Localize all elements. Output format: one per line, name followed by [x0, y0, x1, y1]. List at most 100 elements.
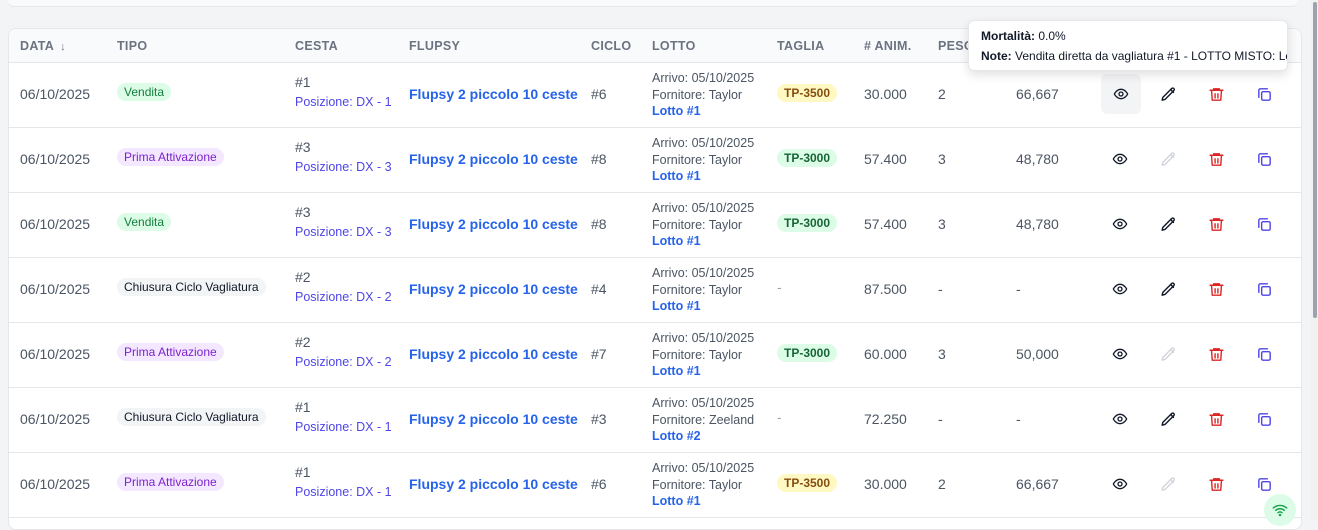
view-button[interactable] — [1108, 212, 1132, 236]
edit-button[interactable] — [1156, 407, 1180, 431]
weight: - — [938, 411, 943, 427]
lot-arrival: Arrivo: 05/10/2025 — [652, 461, 755, 475]
lot-link[interactable]: Lotto #1 — [652, 298, 754, 315]
column-header-taglia[interactable]: TAGLIA — [777, 39, 824, 53]
lot-arrival: Arrivo: 05/10/2025 — [652, 136, 755, 150]
scrollbar-thumb[interactable] — [1313, 2, 1317, 318]
column-header-animali[interactable]: # ANIM. — [864, 39, 911, 53]
animal-count: 30.000 — [864, 476, 907, 492]
size-cell: TP-3000 — [777, 214, 838, 232]
lot-cell: Arrivo: 05/10/2025 Fornitore: Taylor Lotto… — [652, 200, 754, 250]
lot-cell: Arrivo: 05/10/2025 Fornitore: Taylor Lotto… — [652, 70, 754, 120]
lot-supplier: Fornitore: Taylor — [652, 87, 743, 102]
lot-link[interactable]: Lotto #1 — [652, 233, 754, 250]
table-row[interactable]: 06/10/2025 Chiusura Ciclo Vagliatura #1 Pos… — [9, 387, 1301, 453]
cycle-number: #8 — [591, 216, 607, 232]
delete-button[interactable] — [1204, 407, 1228, 431]
edit-button — [1156, 147, 1180, 171]
lot-link[interactable]: Lotto #1 — [652, 103, 754, 120]
lot-link[interactable]: Lotto #1 — [652, 493, 754, 510]
lot-cell: Arrivo: 05/10/2025 Fornitore: Taylor Lotto… — [652, 460, 754, 510]
column-header-lotto[interactable]: LOTTO — [652, 39, 696, 53]
size-badge: TP-3000 — [777, 214, 838, 232]
edit-button[interactable] — [1156, 212, 1180, 236]
flupsy-link[interactable]: Flupsy 2 piccolo 10 ceste — [409, 411, 578, 427]
duplicate-button[interactable] — [1252, 407, 1276, 431]
flupsy-link[interactable]: Flupsy 2 piccolo 10 ceste — [409, 86, 578, 102]
delete-button[interactable] — [1204, 342, 1228, 366]
basket-cell: #1 Posizione: DX - 1 — [295, 464, 392, 499]
animals-per-kg: 66,667 — [1016, 86, 1059, 102]
lot-arrival: Arrivo: 05/10/2025 — [652, 266, 755, 280]
operation-type: Prima Attivazione — [117, 148, 224, 166]
column-header-cesta[interactable]: CESTA — [295, 39, 338, 53]
view-button[interactable] — [1108, 147, 1132, 171]
sort-arrow-icon: ↓ — [60, 41, 66, 53]
edit-button — [1156, 342, 1180, 366]
edit-button[interactable] — [1156, 277, 1180, 301]
basket-cell: #2 Posizione: DX - 2 — [295, 334, 392, 369]
view-button[interactable] — [1108, 277, 1132, 301]
view-button[interactable] — [1101, 74, 1141, 114]
size-badge: TP-3000 — [777, 149, 838, 167]
column-header-ciclo[interactable]: CICLO — [591, 39, 631, 53]
trash-icon — [1208, 86, 1225, 103]
weight: 3 — [938, 346, 946, 362]
pencil-icon — [1160, 86, 1177, 103]
table-row[interactable]: 06/10/2025 Chiusura Ciclo Vagliatura #2 Pos… — [9, 257, 1301, 323]
duplicate-button[interactable] — [1252, 472, 1276, 496]
size-badge: TP-3500 — [777, 474, 838, 492]
lot-link[interactable]: Lotto #1 — [652, 363, 754, 380]
lot-supplier: Fornitore: Taylor — [652, 477, 743, 492]
lot-supplier: Fornitore: Taylor — [652, 217, 743, 232]
delete-button[interactable] — [1204, 82, 1228, 106]
delete-button[interactable] — [1204, 147, 1228, 171]
flupsy-link[interactable]: Flupsy 2 piccolo 10 ceste — [409, 216, 578, 232]
row-date: 06/10/2025 — [20, 411, 91, 427]
lot-cell: Arrivo: 05/10/2025 Fornitore: Zeeland Lott… — [652, 395, 754, 445]
table-row[interactable]: 06/10/2025 Prima Attivazione #1 Posizione: … — [9, 452, 1301, 518]
animal-count: 30.000 — [864, 86, 907, 102]
duplicate-button[interactable] — [1252, 82, 1276, 106]
duplicate-button[interactable] — [1252, 277, 1276, 301]
trash-icon — [1208, 216, 1225, 233]
operations-table: DATA ↓ TIPO CESTA FLUPSY CICLO LOTTO TAGL… — [8, 28, 1302, 530]
table-row[interactable]: 06/10/2025 Prima Attivazione #3 Posizione: … — [9, 127, 1301, 193]
column-header-tipo[interactable]: TIPO — [117, 39, 147, 53]
delete-button[interactable] — [1204, 277, 1228, 301]
flupsy-link[interactable]: Flupsy 2 piccolo 10 ceste — [409, 346, 578, 362]
basket-number: #2 — [295, 334, 311, 350]
cycle-number: #4 — [591, 281, 607, 297]
duplicate-button[interactable] — [1252, 147, 1276, 171]
view-button[interactable] — [1108, 407, 1132, 431]
cycle-number: #6 — [591, 86, 607, 102]
view-button[interactable] — [1108, 472, 1132, 496]
flupsy-link[interactable]: Flupsy 2 piccolo 10 ceste — [409, 476, 578, 492]
flupsy-link[interactable]: Flupsy 2 piccolo 10 ceste — [409, 151, 578, 167]
operation-type: Chiusura Ciclo Vagliatura — [117, 408, 266, 426]
column-header-data[interactable]: DATA ↓ — [20, 39, 66, 53]
column-header-flupsy[interactable]: FLUPSY — [409, 39, 460, 53]
tooltip-note-value: Vendita diretta da vagliatura #1 - LOTTO… — [1015, 49, 1288, 63]
duplicate-button[interactable] — [1252, 212, 1276, 236]
eye-icon — [1112, 281, 1128, 297]
table-row[interactable]: 06/10/2025 Prima Attivazione #2 Posizione: … — [9, 322, 1301, 388]
flupsy-link[interactable]: Flupsy 2 piccolo 10 ceste — [409, 281, 578, 297]
delete-button[interactable] — [1204, 212, 1228, 236]
edit-button[interactable] — [1156, 82, 1180, 106]
operation-type: Prima Attivazione — [117, 343, 224, 361]
delete-button[interactable] — [1204, 472, 1228, 496]
weight: 3 — [938, 151, 946, 167]
table-row[interactable]: 06/10/2025 Vendita #1 Posizione: DX - 1 Flup… — [9, 62, 1301, 128]
view-button[interactable] — [1108, 342, 1132, 366]
eye-icon — [1113, 86, 1129, 102]
lot-link[interactable]: Lotto #1 — [652, 168, 754, 185]
table-row[interactable]: 06/10/2025 Vendita #3 Posizione: DX - 3 Flup… — [9, 192, 1301, 258]
row-date: 06/10/2025 — [20, 281, 91, 297]
duplicate-button[interactable] — [1252, 342, 1276, 366]
weight: 2 — [938, 476, 946, 492]
animal-count: 87.500 — [864, 281, 907, 297]
connection-status-indicator[interactable] — [1264, 494, 1296, 526]
lot-link[interactable]: Lotto #2 — [652, 428, 754, 445]
size-cell: TP-3500 — [777, 84, 838, 102]
